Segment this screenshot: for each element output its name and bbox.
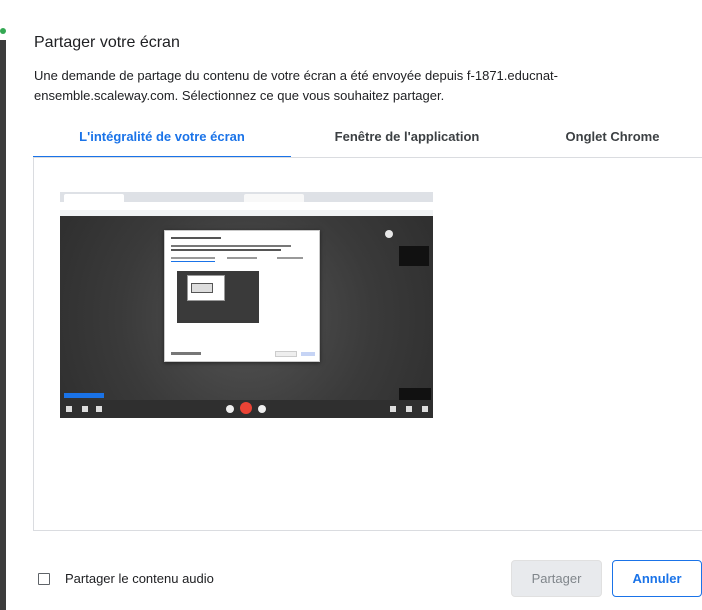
- thumb-share-dialog: [164, 230, 320, 362]
- thumb-dialog-tab-underline: [171, 261, 215, 262]
- thumb-avatar: [385, 230, 393, 238]
- thumb-dialog-title-line: [171, 237, 221, 239]
- screen-share-dialog: Partager votre écran Une demande de part…: [8, 0, 702, 610]
- dialog-description: Une demande de partage du contenu de vot…: [34, 68, 558, 103]
- thumb-dialog-tab: [277, 257, 303, 259]
- thumb-dialog-checkbox: [171, 352, 201, 355]
- share-button[interactable]: Partager: [511, 560, 602, 597]
- thumb-hangup-icon: [240, 402, 252, 414]
- thumb-control-icon: [66, 406, 72, 412]
- share-audio-checkbox[interactable]: [38, 573, 50, 585]
- dialog-title: Partager votre écran: [34, 34, 180, 51]
- screen-thumbnail[interactable]: [60, 192, 433, 418]
- tab-entire-screen[interactable]: L'intégralité de votre écran: [33, 122, 291, 158]
- thumb-control-icon: [82, 406, 88, 412]
- thumb-nested-window-inner: [191, 283, 213, 293]
- cancel-button[interactable]: Annuler: [612, 560, 702, 597]
- thumb-dialog-tab: [171, 257, 215, 259]
- thumb-dialog-text-line: [171, 245, 291, 247]
- thumb-dialog-tab: [227, 257, 257, 259]
- thumb-control-icon: [96, 406, 102, 412]
- thumb-browser-tabstrip: [60, 192, 433, 202]
- thumb-video-call: [60, 216, 433, 418]
- thumb-control-icon: [422, 406, 428, 412]
- thumb-address-bar: [60, 202, 433, 217]
- status-dot: [0, 28, 6, 34]
- thumb-tab: [64, 194, 124, 202]
- tab-chrome-tab[interactable]: Onglet Chrome: [523, 122, 702, 158]
- thumb-dialog-text-line: [171, 249, 281, 251]
- thumb-dialog-share-button: [275, 351, 297, 357]
- thumb-control-icon: [390, 406, 396, 412]
- share-audio-label[interactable]: Partager le contenu audio: [65, 571, 214, 586]
- thumb-call-controls: [60, 400, 433, 418]
- thumb-mic-icon: [226, 405, 234, 413]
- background-window-edge: [0, 0, 8, 610]
- source-tabs: L'intégralité de votre écran Fenêtre de …: [33, 122, 702, 158]
- thumb-dialog-cancel-button: [301, 352, 315, 356]
- thumb-tab: [244, 194, 304, 202]
- dialog-footer: Partager le contenu audio Partager Annul…: [8, 550, 702, 610]
- screen-preview-area: [33, 157, 702, 531]
- thumb-camera-icon: [258, 405, 266, 413]
- thumb-name-tag: [64, 393, 104, 398]
- background-window-bar: [0, 40, 6, 610]
- thumb-participant-video: [399, 246, 429, 266]
- thumb-control-icon: [406, 406, 412, 412]
- tab-application-window[interactable]: Fenêtre de l'application: [291, 122, 523, 158]
